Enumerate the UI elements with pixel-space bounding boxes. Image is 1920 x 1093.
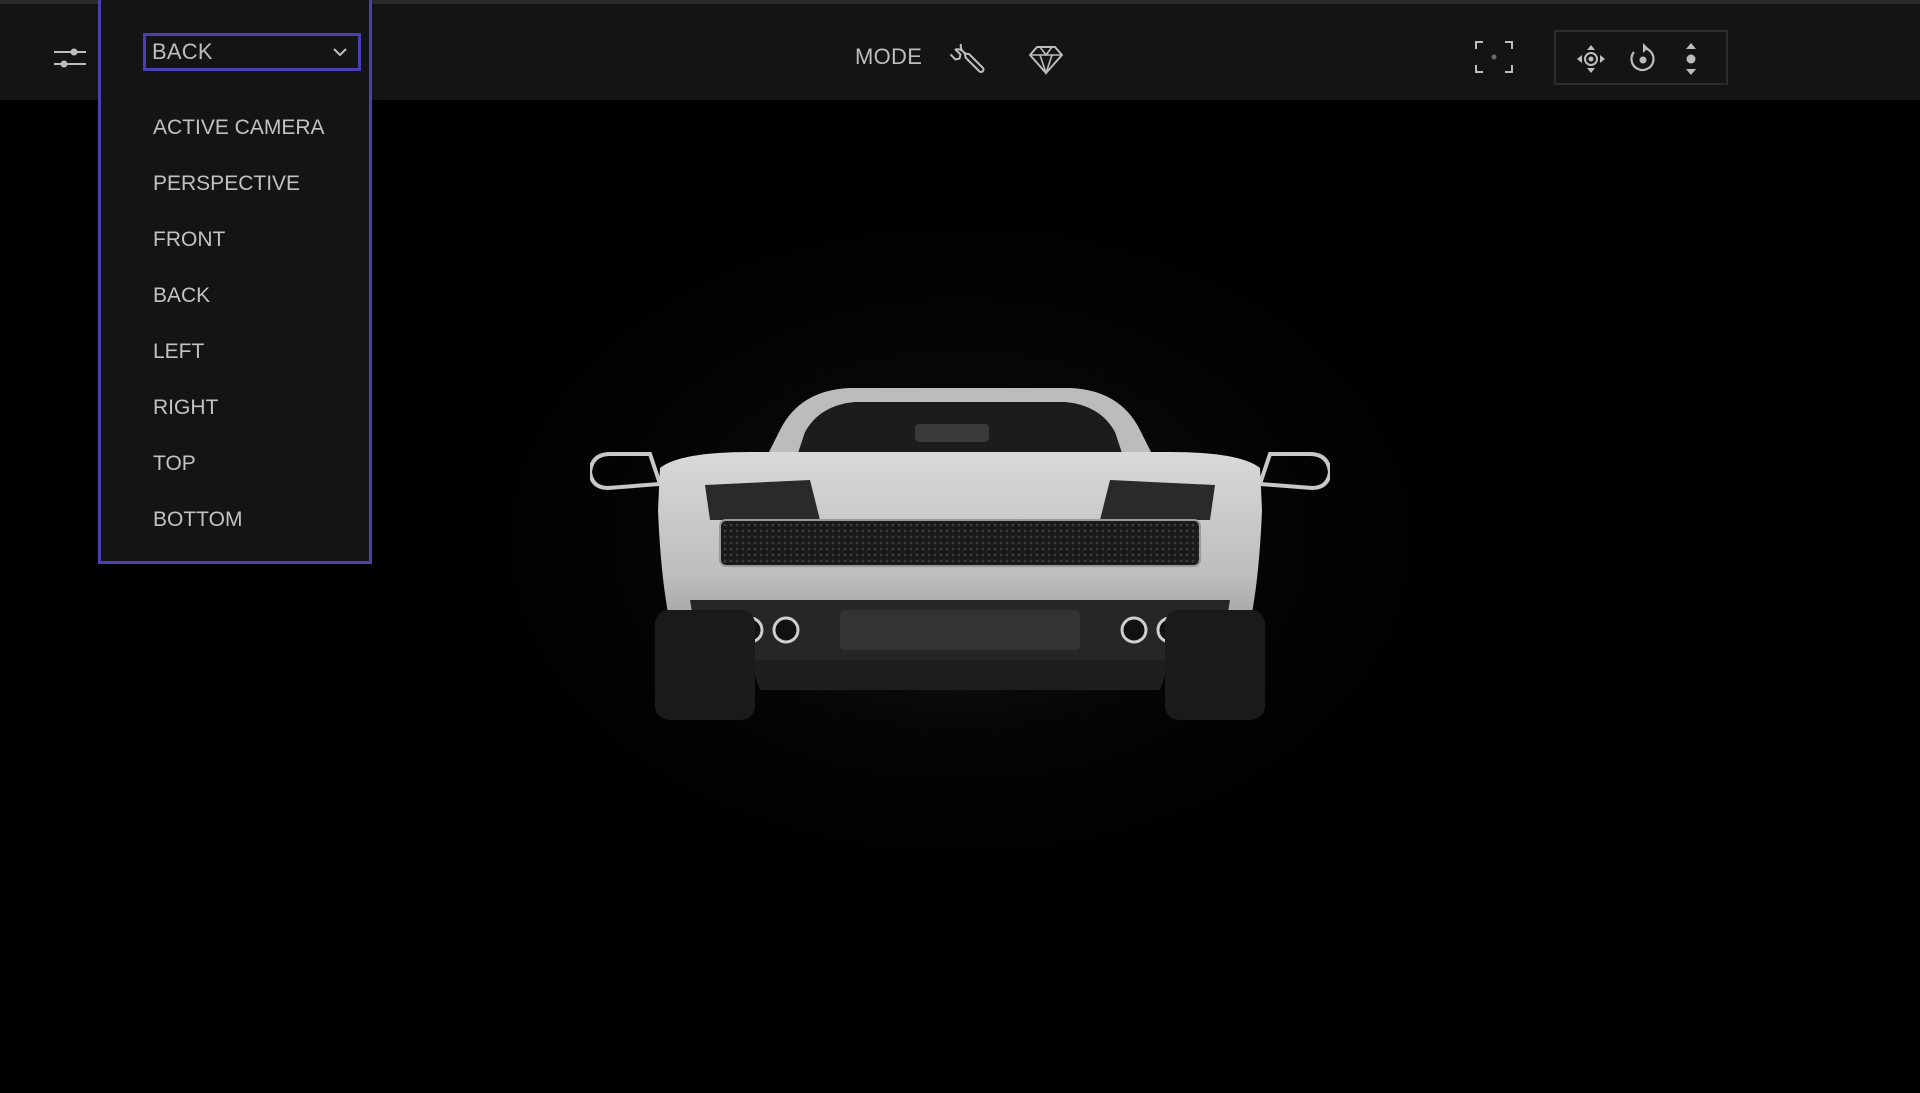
camera-view-select[interactable]: BACK <box>143 33 361 71</box>
selected-camera-view: BACK <box>152 39 213 64</box>
camera-view-options: ACTIVE CAMERA PERSPECTIVE FRONT BACK LEF… <box>101 104 369 552</box>
orbit-icon[interactable] <box>1626 42 1660 76</box>
camera-option-front[interactable]: FRONT <box>101 216 369 272</box>
sliders-icon[interactable] <box>48 40 92 76</box>
camera-option-bottom[interactable]: BOTTOM <box>101 496 369 552</box>
diamond-icon[interactable] <box>1024 37 1068 81</box>
car-model <box>590 360 1330 760</box>
camera-option-right[interactable]: RIGHT <box>101 384 369 440</box>
camera-option-active-camera[interactable]: ACTIVE CAMERA <box>101 104 369 160</box>
camera-view-dropdown: BACK ACTIVE CAMERA PERSPECTIVE FRONT BAC… <box>98 0 372 564</box>
wrench-icon[interactable] <box>946 37 990 81</box>
camera-option-top[interactable]: TOP <box>101 440 369 496</box>
dolly-icon[interactable] <box>1674 42 1708 76</box>
camera-option-perspective[interactable]: PERSPECTIVE <box>101 160 369 216</box>
focus-frame-icon[interactable] <box>1472 37 1516 77</box>
camera-option-left[interactable]: LEFT <box>101 328 369 384</box>
pan-icon[interactable] <box>1574 42 1608 76</box>
navigation-controls <box>1554 30 1728 85</box>
mode-label: MODE <box>855 44 923 69</box>
chevron-down-icon <box>332 45 348 64</box>
camera-option-back[interactable]: BACK <box>101 272 369 328</box>
